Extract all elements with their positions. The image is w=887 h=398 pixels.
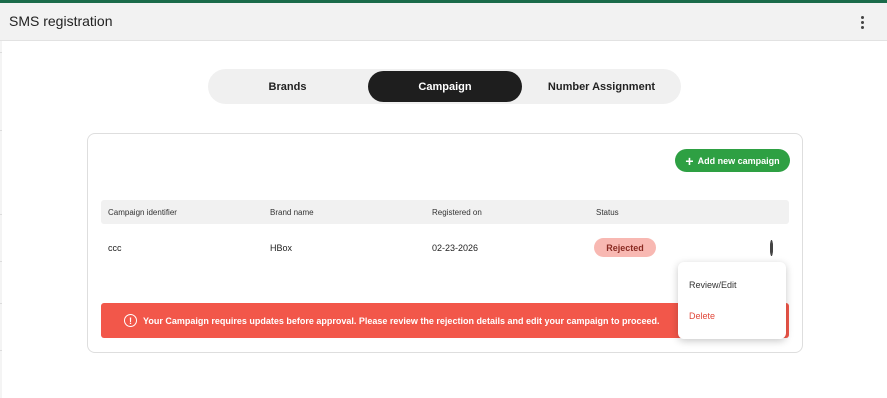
row-context-menu: Review/Edit Delete	[678, 262, 786, 339]
row-more-vertical-icon[interactable]	[765, 240, 777, 256]
column-brand-name: Brand name	[270, 207, 314, 217]
tab-campaign[interactable]: Campaign	[368, 71, 522, 102]
app-header: SMS registration	[0, 0, 887, 41]
tab-number-assignment[interactable]: Number Assignment	[524, 71, 679, 102]
alert-message: Your Campaign requires updates before ap…	[143, 315, 660, 326]
column-campaign-identifier: Campaign identifier	[108, 207, 177, 217]
cell-brand-name: HBox	[270, 243, 293, 253]
column-registered-on: Registered on	[432, 207, 482, 217]
more-vertical-icon[interactable]	[853, 11, 871, 33]
page-title: SMS registration	[9, 13, 113, 29]
plus-icon: +	[685, 152, 694, 169]
left-rail	[0, 41, 2, 398]
info-icon: !	[124, 314, 137, 327]
add-campaign-label: Add new campaign	[697, 155, 780, 166]
menu-item-delete[interactable]: Delete	[689, 311, 715, 321]
table-row[interactable]: ccc HBox 02-23-2026 Rejected	[101, 234, 789, 262]
cell-registered-on: 02-23-2026	[432, 243, 479, 253]
column-status: Status	[596, 207, 619, 217]
menu-item-review-edit[interactable]: Review/Edit	[689, 280, 737, 290]
tab-bar: Brands Campaign Number Assignment	[208, 69, 681, 104]
add-campaign-button[interactable]: + Add new campaign	[675, 149, 790, 172]
table-header: Campaign identifier Brand name Registere…	[101, 200, 789, 224]
tab-brands[interactable]: Brands	[210, 71, 365, 102]
cell-campaign-identifier: ccc	[108, 243, 122, 253]
status-badge: Rejected	[594, 238, 656, 257]
